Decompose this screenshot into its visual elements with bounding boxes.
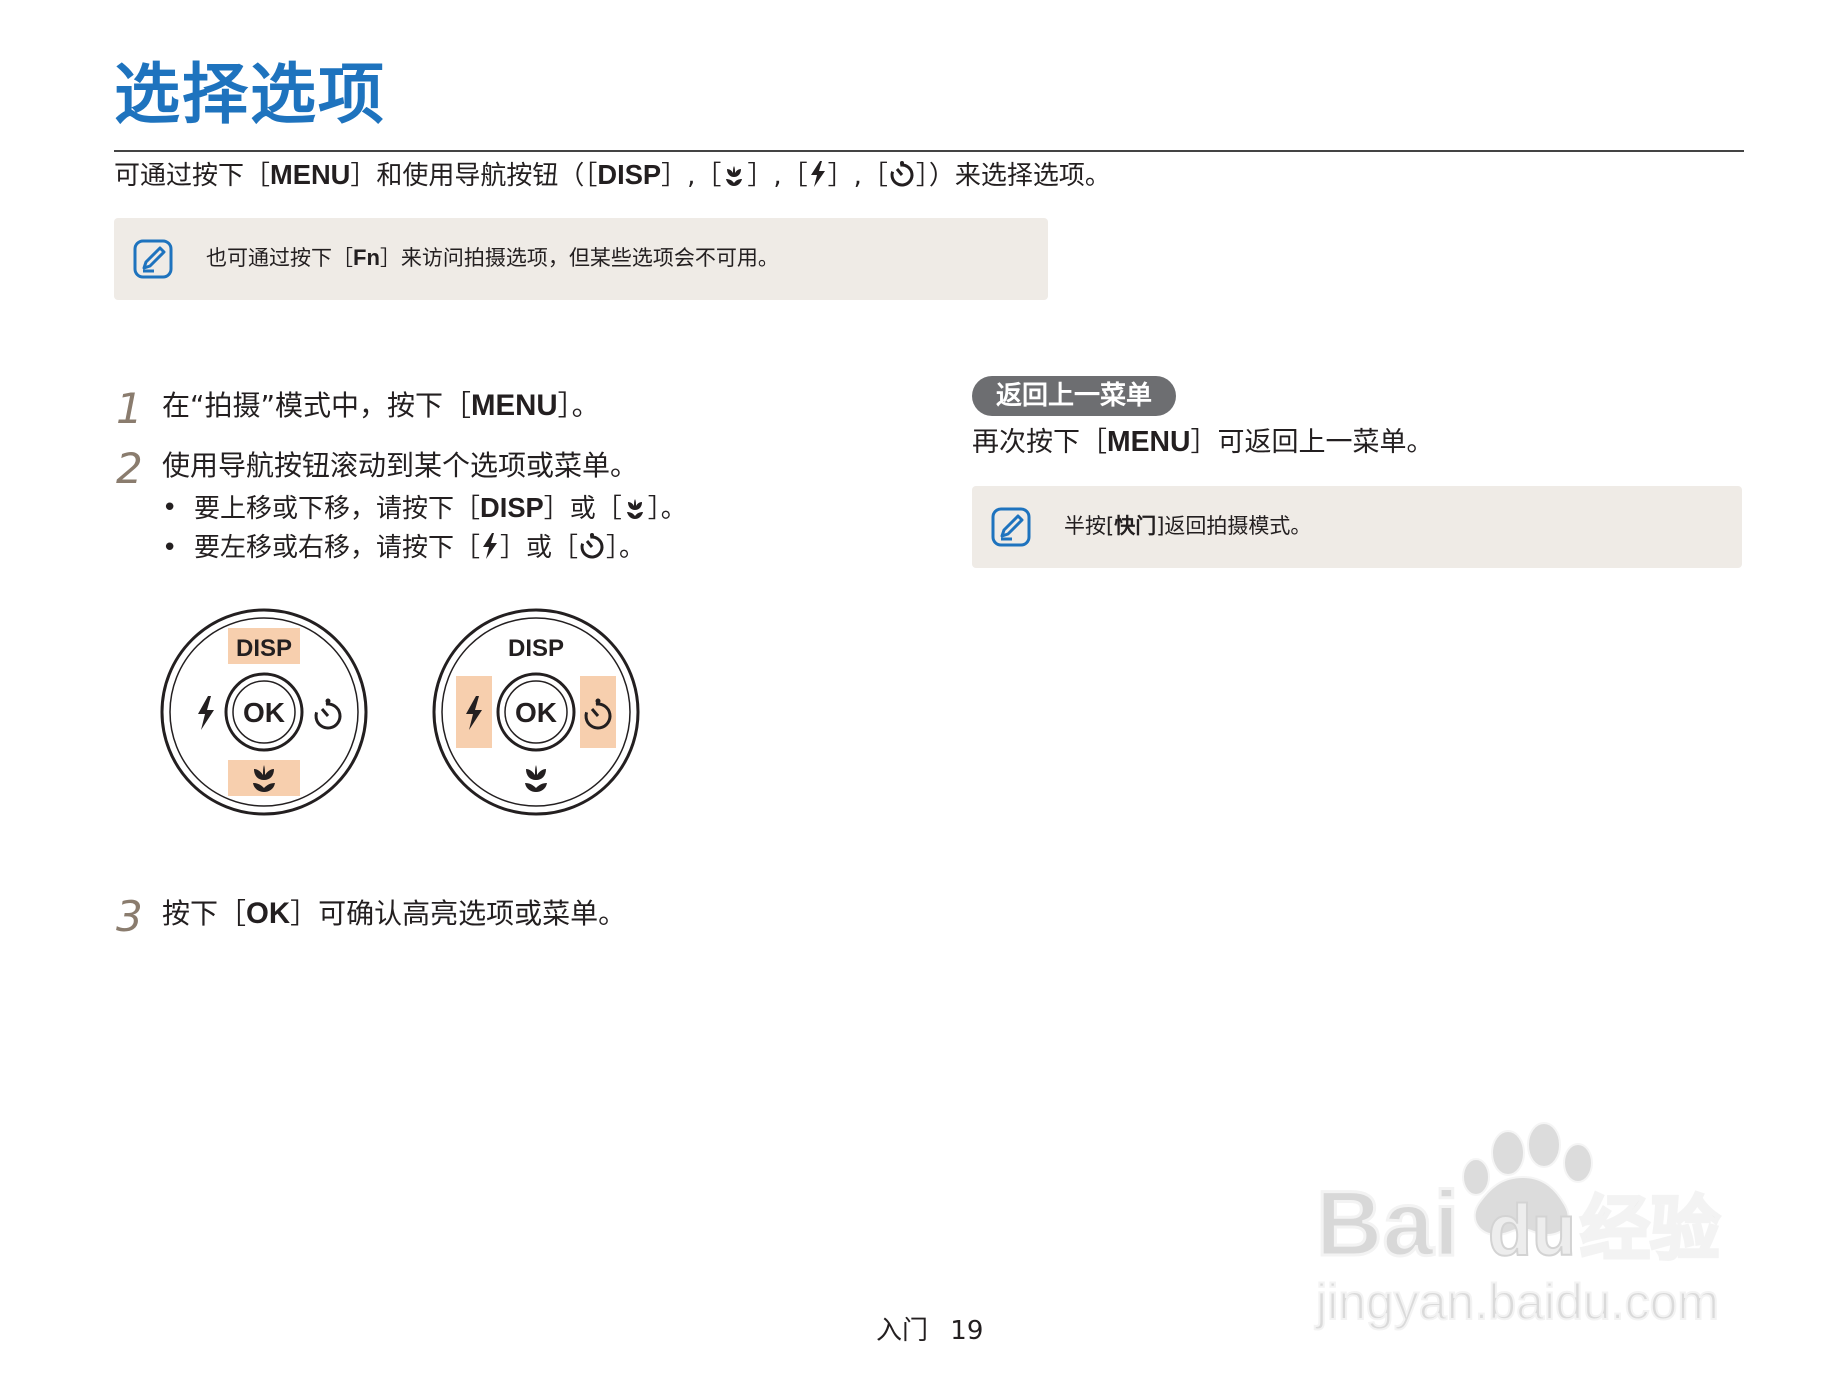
dial-disp-label: DISP — [236, 635, 292, 662]
flash-icon — [810, 161, 825, 187]
intro-sep1: ］,［ — [661, 161, 722, 191]
tip-text: 半按[快门]返回拍摄模式。 — [1064, 510, 1311, 542]
bullet1-prefix: 要上移或下移，请按下［ — [194, 494, 481, 524]
step1-menu-key: MENU — [471, 389, 558, 422]
dial-ok-label: OK — [515, 697, 557, 728]
bullet-item: • 要上移或下移，请按下［DISP］或［ ］。 — [162, 490, 687, 527]
tip2-shutter-key: 快门 — [1114, 514, 1157, 538]
step-number: 3 — [116, 892, 143, 941]
tip-box: 也可通过按下［Fn］来访问拍摄选项，但某些选项会不可用。 — [114, 218, 1048, 300]
step1-suffix: ］。 — [557, 389, 600, 422]
bullet1-mid: ］或［ — [543, 494, 622, 524]
watermark-brand2: du — [1488, 1191, 1576, 1271]
bullet1-disp-key: DISP — [480, 492, 544, 523]
bullet1-suffix: ］。 — [647, 494, 687, 524]
macro-flower-icon — [726, 166, 743, 186]
bullet-item: • 要左移或右移，请按下［ ］或［ ］。 — [162, 530, 646, 566]
dial-ok-label: OK — [243, 697, 285, 728]
back-menu-key: MENU — [1107, 426, 1191, 458]
intro-mid: ］和使用导航按钮（［ — [350, 161, 598, 191]
watermark-url: jingyan.baidu.com — [1314, 1274, 1719, 1330]
step-number: 2 — [116, 444, 143, 493]
intro-text: 可通过按下［MENU］和使用导航按钮（［DISP］,［ ］,［ ］,［ ］）来选择选项… — [114, 158, 1111, 193]
section-heading-pill: 返回上一菜单 — [972, 376, 1176, 416]
page-number: 19 — [950, 1316, 984, 1346]
self-timer-icon — [890, 161, 914, 187]
bullet2-prefix: 要左移或右移，请按下［ — [194, 533, 481, 563]
title-rule — [114, 150, 1744, 152]
intro-sep2: ］,［ — [747, 161, 808, 191]
page-footer: 入门 19 — [876, 1314, 983, 1348]
step-text: 使用导航按钮滚动到某个选项或菜单。 — [162, 449, 639, 482]
bullet-dot: • — [162, 493, 178, 523]
intro-sep3: ］,［ — [827, 161, 888, 191]
baidu-watermark: Bai du 经验 jingyan.baidu.com — [1313, 1122, 1722, 1331]
dial-disp-label: DISP — [508, 635, 564, 662]
intro-prefix: 可通过按下［ — [114, 161, 271, 191]
bullet2-mid: ］或［ — [500, 533, 579, 563]
step3-ok-key: OK — [246, 897, 291, 930]
flash-icon — [483, 533, 498, 559]
page-title: 选择选项 — [114, 56, 386, 133]
tip-fn-key: Fn — [353, 245, 380, 270]
intro-suffix: ］）来选择选项。 — [915, 161, 1111, 191]
nav-dial-leftright: DISP OK — [432, 608, 640, 816]
bullet-dot: • — [162, 533, 178, 563]
step1-prefix: 在“拍摄”模式中，按下［ — [162, 389, 472, 422]
tip-box: 半按[快门]返回拍摄模式。 — [972, 486, 1742, 568]
tip2-prefix: 半按[ — [1064, 514, 1115, 538]
tip-text: 也可通过按下［Fn］来访问拍摄选项，但某些选项会不可用。 — [206, 242, 779, 274]
watermark-brand: Bai — [1316, 1173, 1459, 1275]
intro-disp-key: DISP — [597, 159, 662, 190]
step-text: 在“拍摄”模式中，按下［MENU］。 — [162, 388, 600, 424]
footer-section: 入门 — [876, 1316, 929, 1346]
intro-menu-key: MENU — [270, 159, 351, 190]
back-text: 再次按下［MENU］可返回上一菜单。 — [972, 424, 1433, 461]
back-suffix: ］可返回上一菜单。 — [1190, 427, 1434, 458]
note-pencil-icon — [133, 239, 173, 279]
self-timer-icon — [580, 533, 604, 559]
step3-suffix: ］可确认高亮选项或菜单。 — [290, 897, 627, 930]
bullet2-suffix: ］。 — [606, 533, 646, 563]
tip2-suffix: ]返回拍摄模式。 — [1156, 514, 1312, 538]
note-pencil-icon — [991, 507, 1031, 547]
macro-flower-icon — [626, 499, 643, 519]
back-prefix: 再次按下［ — [972, 427, 1107, 458]
step-number: 1 — [116, 384, 143, 433]
tip-prefix: 也可通过按下［ — [206, 246, 353, 270]
step-text: 按下［OK］可确认高亮选项或菜单。 — [162, 896, 626, 932]
nav-dial-updown: DISP OK — [160, 608, 368, 816]
tip-suffix: ］来访问拍摄选项，但某些选项会不可用。 — [379, 246, 779, 270]
step3-prefix: 按下［ — [162, 897, 247, 930]
watermark-cn: 经验 — [1580, 1190, 1720, 1268]
